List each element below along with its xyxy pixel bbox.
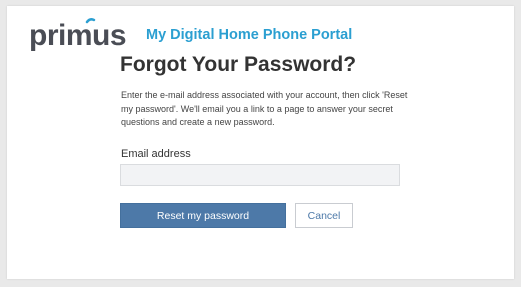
primus-logo: primus xyxy=(29,16,129,56)
cancel-button[interactable]: Cancel xyxy=(295,203,353,228)
portal-title: My Digital Home Phone Portal xyxy=(146,27,353,43)
page-title: Forgot Your Password? xyxy=(120,53,357,76)
primus-logo-icon: primus xyxy=(29,18,127,52)
logo-wordmark: primus xyxy=(29,19,126,52)
email-input[interactable] xyxy=(120,164,400,186)
instructions-text: Enter the e-mail address associated with… xyxy=(121,90,408,127)
reset-password-button[interactable]: Reset my password xyxy=(120,203,286,228)
forgot-password-card: primus My Digital Home Phone Portal Forg… xyxy=(7,6,514,279)
email-label: Email address xyxy=(121,148,191,160)
